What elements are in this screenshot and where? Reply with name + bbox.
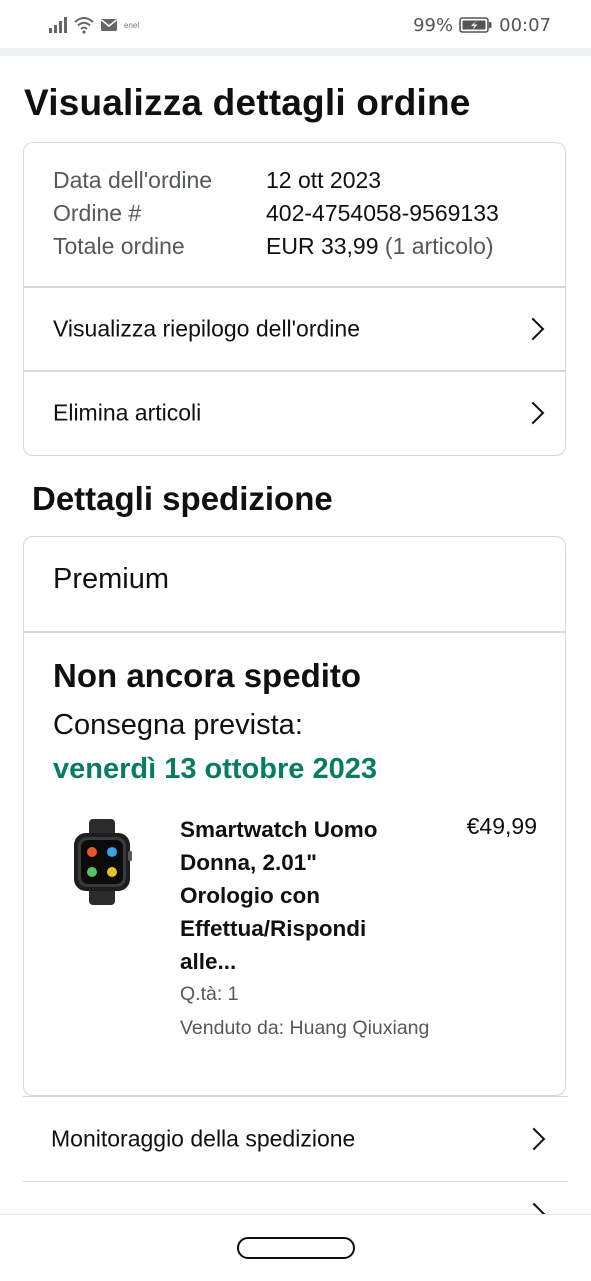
product-quantity: Q.tà: 1 <box>180 983 239 1005</box>
track-shipment-label: Monitoraggio della spedizione <box>51 1125 356 1152</box>
battery-charging-icon <box>459 17 492 33</box>
chevron-right-icon <box>522 1127 546 1151</box>
mail-icon <box>101 19 117 31</box>
product-title-link[interactable]: Smartwatch Uomo Donna, 2.01" Orologio co… <box>180 813 410 978</box>
order-total-label: Totale ordine <box>53 233 185 259</box>
status-divider <box>0 48 591 56</box>
order-date-value: 12 ott 2023 <box>266 167 382 193</box>
order-item-count: (1 articolo) <box>384 233 494 259</box>
order-number-value: 402-4754058-9569133 <box>266 200 499 226</box>
signal-icon <box>49 17 67 33</box>
view-order-summary-link[interactable]: Visualizza riepilogo dell'ordine <box>24 288 565 370</box>
delete-items-link[interactable]: Elimina articoli <box>24 372 565 454</box>
home-gesture-handle[interactable] <box>237 1237 355 1259</box>
shipping-type: Premium <box>53 563 170 595</box>
shipping-section-title: Dettagli spedizione <box>32 480 333 517</box>
shipment-card: Premium Non ancora spedito Consegna prev… <box>23 536 566 1096</box>
page-title: Visualizza dettagli ordine <box>24 82 471 123</box>
delivery-label: Consegna prevista: <box>53 709 303 741</box>
status-icons-left: enel <box>48 14 139 36</box>
chevron-right-icon <box>521 401 545 425</box>
delivery-date: venerdì 13 ottobre 2023 <box>53 753 377 785</box>
order-total-value-wrap: EUR 33,99 (1 articolo) <box>266 233 494 260</box>
track-shipment-link[interactable]: Monitoraggio della spedizione <box>23 1096 568 1181</box>
chevron-right-icon <box>521 317 545 341</box>
battery-percent: 99% <box>413 14 454 36</box>
status-bar: enel 99% 00:07 <box>0 0 591 48</box>
product-price: €49,99 <box>466 813 537 839</box>
product-image[interactable] <box>62 817 142 907</box>
divider <box>24 631 565 633</box>
order-number-label: Ordine # <box>53 200 142 226</box>
view-order-summary-label: Visualizza riepilogo dell'ordine <box>53 315 360 342</box>
order-info-card: Data dell'ordine 12 ott 2023 Ordine # 40… <box>23 142 566 456</box>
clock: 00:07 <box>499 14 551 36</box>
order-date-label: Data dell'ordine <box>53 167 213 193</box>
product-seller: Venduto da: Huang Qiuxiang <box>180 1017 430 1039</box>
delete-items-label: Elimina articoli <box>53 399 202 426</box>
status-icons-right: 99% 00:07 <box>413 14 551 36</box>
order-total-value: EUR 33,99 <box>266 233 379 259</box>
wifi-icon <box>74 17 94 34</box>
shipment-status: Non ancora spedito <box>53 657 362 694</box>
system-navigation-bar <box>0 1214 591 1281</box>
carrier-label: enel <box>124 20 140 30</box>
